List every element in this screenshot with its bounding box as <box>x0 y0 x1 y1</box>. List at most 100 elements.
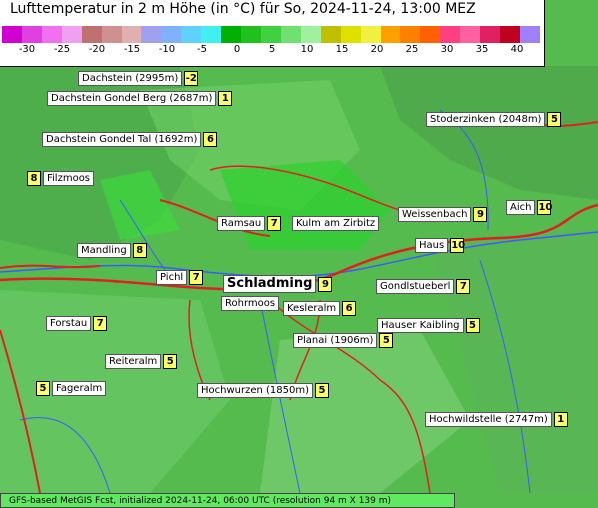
temperature-value: 7 <box>93 316 108 331</box>
color-swatch <box>340 26 361 43</box>
scale-tick-label: 25 <box>405 44 419 55</box>
color-swatch <box>161 26 182 43</box>
place-label[interactable]: Aich 10 <box>506 200 553 215</box>
scale-tick-label: -25 <box>53 44 71 55</box>
place-label[interactable]: Haus 10 <box>415 238 466 253</box>
place-name: Reiteralm <box>105 354 162 369</box>
place-label[interactable]: Gondlstueberl 7 <box>376 279 471 294</box>
scale-tick-label: -5 <box>197 44 207 55</box>
place-label[interactable]: Forstau 7 <box>46 316 108 331</box>
temperature-value: 5 <box>315 383 330 398</box>
place-label[interactable]: Pichl 7 <box>156 270 204 285</box>
temperature-value: 6 <box>342 301 357 316</box>
place-name: Rohrmoos <box>221 296 280 311</box>
color-scale-bar <box>2 26 540 43</box>
temperature-value: 10 <box>450 238 466 253</box>
color-swatch <box>201 26 222 43</box>
place-name: Forstau <box>46 316 92 331</box>
place-label[interactable]: Dachstein (2995m) -2 <box>78 71 199 86</box>
color-swatch <box>41 26 62 43</box>
color-swatch <box>121 26 142 43</box>
temperature-value: 5 <box>379 333 394 348</box>
color-swatch <box>460 26 481 43</box>
scale-tick-label: 20 <box>370 44 384 55</box>
color-swatch <box>101 26 122 43</box>
place-label[interactable]: Dachstein Gondel Tal (1692m) 6 <box>42 132 218 147</box>
place-label[interactable]: Planai (1906m) 5 <box>293 333 394 348</box>
color-swatch <box>300 26 321 43</box>
place-name: Planai (1906m) <box>293 333 378 348</box>
place-label[interactable]: Stoderzinken (2048m) 5 <box>426 112 562 127</box>
place-name: Ramsau <box>217 216 266 231</box>
temperature-value: 1 <box>553 412 568 427</box>
place-label[interactable]: Hauser Kaibling 5 <box>377 318 480 333</box>
place-name: Hochwildstelle (2747m) <box>425 412 552 427</box>
scale-tick-label: 40 <box>510 44 524 55</box>
map-title: Lufttemperatur in 2 m Höhe (in °C) für S… <box>10 1 476 17</box>
scale-tick-label: 10 <box>300 44 314 55</box>
place-name: Schladming <box>223 275 317 293</box>
color-swatch <box>420 26 441 43</box>
color-swatch <box>440 26 461 43</box>
color-swatch <box>500 26 520 43</box>
place-label[interactable]: 8 Filzmoos <box>27 171 95 186</box>
scale-tick-label: 35 <box>475 44 489 55</box>
legend-header: Lufttemperatur in 2 m Höhe (in °C) für S… <box>0 0 545 67</box>
place-label[interactable]: Rohrmoos <box>221 296 280 311</box>
scale-tick-label: -15 <box>123 44 141 55</box>
place-name: Hauser Kaibling <box>377 318 464 333</box>
place-name: Dachstein Gondel Berg (2687m) <box>47 91 217 106</box>
temperature-value: 7 <box>456 279 471 294</box>
place-name: Dachstein Gondel Tal (1692m) <box>42 132 202 147</box>
color-swatch <box>480 26 501 43</box>
color-swatch <box>320 26 341 43</box>
place-label[interactable]: Hochwildstelle (2747m) 1 <box>425 412 568 427</box>
color-swatch <box>21 26 42 43</box>
temperature-value: 6 <box>203 132 218 147</box>
temperature-value: 9 <box>318 276 333 292</box>
place-label[interactable]: Reiteralm 5 <box>105 354 178 369</box>
place-label[interactable]: Mandling 8 <box>77 243 147 258</box>
color-swatch <box>81 26 102 43</box>
color-swatch <box>221 26 242 43</box>
place-label[interactable]: Weissenbach 9 <box>398 207 488 222</box>
scale-tick-label: 15 <box>335 44 349 55</box>
color-swatch <box>360 26 381 43</box>
temperature-value: 5 <box>163 354 178 369</box>
model-info-footer: GFS-based MetGIS Fcst, initialized 2024-… <box>0 493 455 508</box>
color-scale-ticks: -30 -25 -20 -15 -10 -5 0 5 10 15 20 25 30 35 40 <box>0 44 544 58</box>
temperature-value: 10 <box>537 200 553 215</box>
temperature-value: 7 <box>189 270 204 285</box>
place-label[interactable]: Schladming 9 <box>223 275 333 293</box>
scale-tick-label: -20 <box>88 44 106 55</box>
place-label[interactable]: 5 Fageralm <box>36 381 107 396</box>
place-label[interactable]: Hochwurzen (1850m) 5 <box>197 383 330 398</box>
color-swatch <box>2 26 22 43</box>
color-swatch <box>241 26 261 43</box>
place-name: Dachstein (2995m) <box>78 71 183 86</box>
place-label[interactable]: Ramsau 7 <box>217 216 282 231</box>
place-name: Aich <box>506 200 536 215</box>
temperature-value: 5 <box>36 381 50 396</box>
place-name: Filzmoos <box>43 171 95 186</box>
color-swatch <box>400 26 421 43</box>
temperature-value: 8 <box>27 171 41 186</box>
color-swatch <box>181 26 202 43</box>
place-name: Hochwurzen (1850m) <box>197 383 314 398</box>
color-swatch <box>141 26 162 43</box>
place-name: Haus <box>415 238 449 253</box>
place-label[interactable]: Kulm am Zirbitz <box>292 216 380 231</box>
place-label[interactable]: Kesleralm 6 <box>283 301 357 316</box>
temperature-value: -2 <box>184 71 199 86</box>
scale-tick-label: 0 <box>233 44 241 55</box>
color-swatch <box>519 26 540 43</box>
scale-tick-label: 30 <box>440 44 454 55</box>
place-name: Stoderzinken (2048m) <box>426 112 546 127</box>
temperature-value: 1 <box>218 91 233 106</box>
place-label[interactable]: Dachstein Gondel Berg (2687m) 1 <box>47 91 233 106</box>
place-name: Kulm am Zirbitz <box>292 216 380 231</box>
place-name: Fageralm <box>52 381 107 396</box>
scale-tick-label: -10 <box>158 44 176 55</box>
place-name: Kesleralm <box>283 301 341 316</box>
temperature-value: 9 <box>473 207 488 222</box>
